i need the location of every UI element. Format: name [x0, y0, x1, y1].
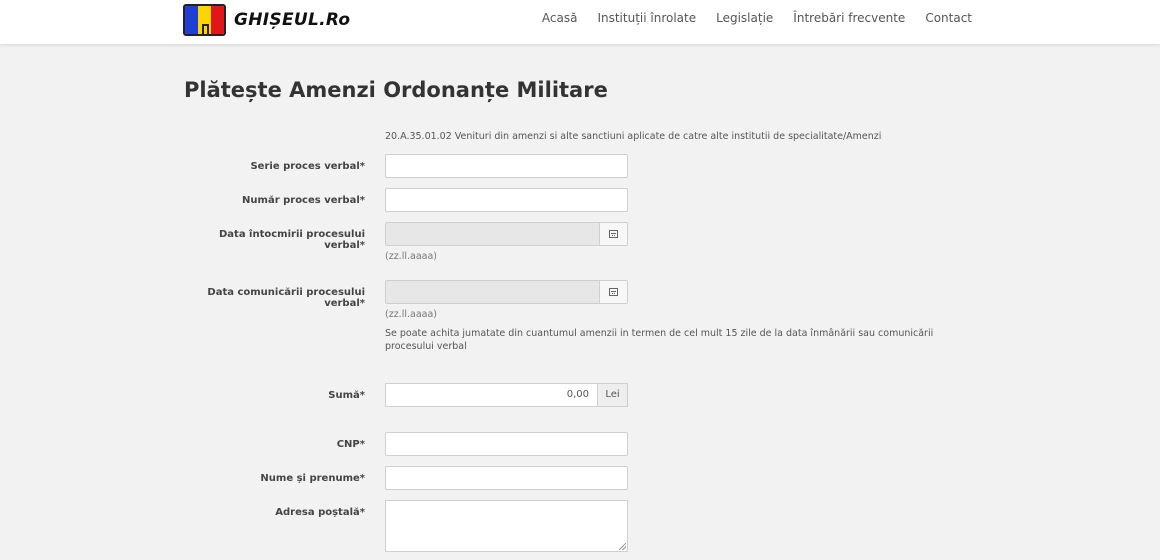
calendar-button[interactable] [599, 223, 627, 245]
page-title: Plătește Amenzi Ordonanțe Militare [184, 78, 608, 102]
nav-contact[interactable]: Contact [925, 11, 972, 25]
calendar-button[interactable] [599, 281, 627, 303]
cnp-input[interactable] [385, 432, 628, 456]
logo-text: GHIȘEUL.Ro [234, 10, 351, 30]
numar-label: Număr proces verbal* [242, 195, 365, 206]
cnp-label: CNP* [336, 439, 365, 450]
data-intocmire-label: Data întocmirii procesului verbal* [218, 229, 365, 251]
data-comunicare-label: Data comunicării procesului verbal* [207, 287, 365, 309]
calendar-icon [609, 288, 618, 296]
nav-legislatie[interactable]: Legislație [716, 11, 773, 25]
adresa-textarea[interactable] [385, 500, 628, 552]
data-comunicare-input[interactable] [385, 280, 628, 304]
suma-label: Sumă* [328, 390, 365, 401]
main-nav: Acasă Instituții înrolate Legislație Înt… [522, 0, 972, 36]
numar-input[interactable] [385, 188, 628, 212]
nav-institutii[interactable]: Instituții înrolate [597, 11, 696, 25]
data-intocmire-hint: (zz.ll.aaaa) [385, 251, 437, 262]
nume-label: Nume și prenume* [260, 473, 365, 484]
data-intocmire-input[interactable] [385, 222, 628, 246]
nav-acasa[interactable]: Acasă [542, 11, 578, 25]
payment-note: Se poate achita jumatate din cuantumul a… [385, 328, 934, 352]
resize-handle-icon[interactable] [619, 543, 626, 550]
adresa-label: Adresa poștală* [275, 507, 365, 518]
flag-logo-icon [183, 4, 226, 36]
nav-intrebari[interactable]: Întrebări frecvente [793, 11, 905, 25]
suma-input[interactable]: 0,00 [385, 383, 597, 407]
account-description: 20.A.35.01.02 Venituri din amenzi si alt… [385, 131, 882, 142]
calendar-icon [609, 230, 618, 238]
data-comunicare-hint: (zz.ll.aaaa) [385, 309, 437, 320]
serie-label: Serie proces verbal* [250, 161, 365, 172]
nume-input[interactable] [385, 466, 628, 490]
serie-input[interactable] [385, 154, 628, 178]
top-navbar: GHIȘEUL.Ro Acasă Instituții înrolate Leg… [0, 0, 1160, 44]
suma-currency: Lei [597, 383, 628, 407]
site-logo[interactable]: GHIȘEUL.Ro [183, 4, 351, 36]
